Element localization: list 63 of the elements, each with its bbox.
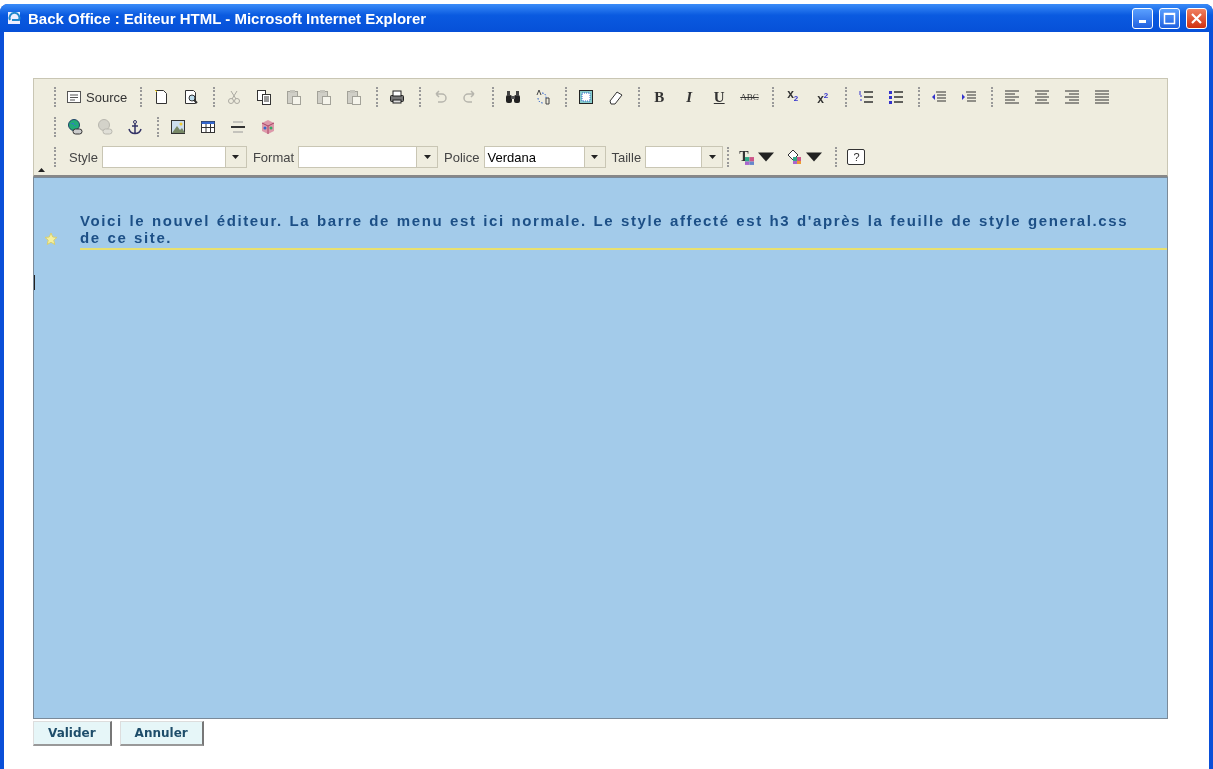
minimize-icon	[1139, 19, 1146, 23]
bold-button[interactable]: B	[647, 85, 672, 109]
align-right-icon	[1063, 89, 1080, 105]
close-button[interactable]	[1186, 7, 1207, 29]
combo-label: Style	[69, 149, 98, 165]
eraser-icon	[608, 89, 625, 105]
align-left-icon	[1003, 89, 1020, 105]
maximize-button[interactable]	[1159, 7, 1180, 29]
unlink-icon	[97, 119, 113, 135]
dropdown-field[interactable]: Verdana	[483, 146, 606, 168]
new-page-icon	[153, 89, 170, 105]
align-center-icon	[1033, 89, 1050, 105]
cut-icon	[226, 89, 243, 105]
rule-icon	[230, 119, 246, 135]
paste-text-icon	[316, 89, 333, 105]
preview-icon	[183, 89, 200, 105]
replace-icon	[535, 89, 552, 105]
ordered-list-icon	[857, 89, 874, 105]
paste-icon	[286, 89, 303, 105]
form-button[interactable]: Annuler	[119, 721, 204, 746]
paste-word-icon	[346, 89, 363, 105]
underline-button[interactable]: U	[707, 85, 732, 109]
table-icon	[200, 119, 216, 135]
text-cursor	[34, 275, 35, 290]
browser-icon	[6, 10, 22, 26]
editor-area[interactable]: Voici le nouvel éditeur. La barre de menu est ici normale. Le style affecté est h3 d'après la feuille de style general.css de ce site.	[33, 177, 1168, 719]
cube-icon	[260, 119, 276, 135]
dropdown-field[interactable]	[101, 146, 247, 168]
undo-icon	[432, 89, 449, 105]
find-icon	[505, 89, 522, 105]
caret-icon	[232, 155, 240, 159]
italic-button[interactable]: I	[677, 85, 702, 109]
subscript-button[interactable]: x$_{2}$	[780, 85, 805, 109]
outdent-icon	[930, 89, 947, 105]
text-color-button[interactable]: T	[736, 145, 778, 169]
caret-icon	[423, 155, 431, 159]
link-icon	[67, 119, 83, 135]
source-button[interactable]: Source	[63, 85, 131, 109]
collapse-icon[interactable]	[37, 168, 45, 172]
caret-icon	[708, 155, 716, 159]
select-all-icon	[578, 89, 595, 105]
anchor-icon	[127, 119, 143, 135]
combo-label: Taille	[611, 149, 642, 165]
window-title: Back Office : Editeur HTML - Microsoft Internet Explorer	[28, 9, 428, 27]
combo-label: Format	[252, 149, 295, 165]
form-button[interactable]: Valider	[33, 721, 112, 746]
star-icon	[44, 232, 58, 246]
superscript-button[interactable]: x$^{2}$	[810, 85, 835, 109]
align-justify-icon	[1093, 89, 1110, 105]
dropdown-field[interactable]	[645, 146, 724, 168]
combo-label: Police	[444, 149, 480, 165]
minimize-button[interactable]	[1132, 7, 1153, 29]
strike-button[interactable]: ABC	[737, 85, 762, 109]
source-icon	[66, 89, 82, 105]
heading-text: Voici le nouvel éditeur. La barre de menu est ici normale. Le style affecté est h3 d'après la feuille de style general.css de ce site.	[80, 212, 1167, 250]
print-icon	[389, 89, 406, 105]
bg-color-icon	[786, 149, 803, 165]
caret-icon	[591, 155, 598, 159]
bullet-list-icon	[887, 89, 904, 105]
copy-icon	[256, 89, 273, 105]
image-icon	[170, 119, 186, 135]
dropdown-field[interactable]	[298, 146, 439, 168]
indent-icon	[960, 89, 977, 105]
